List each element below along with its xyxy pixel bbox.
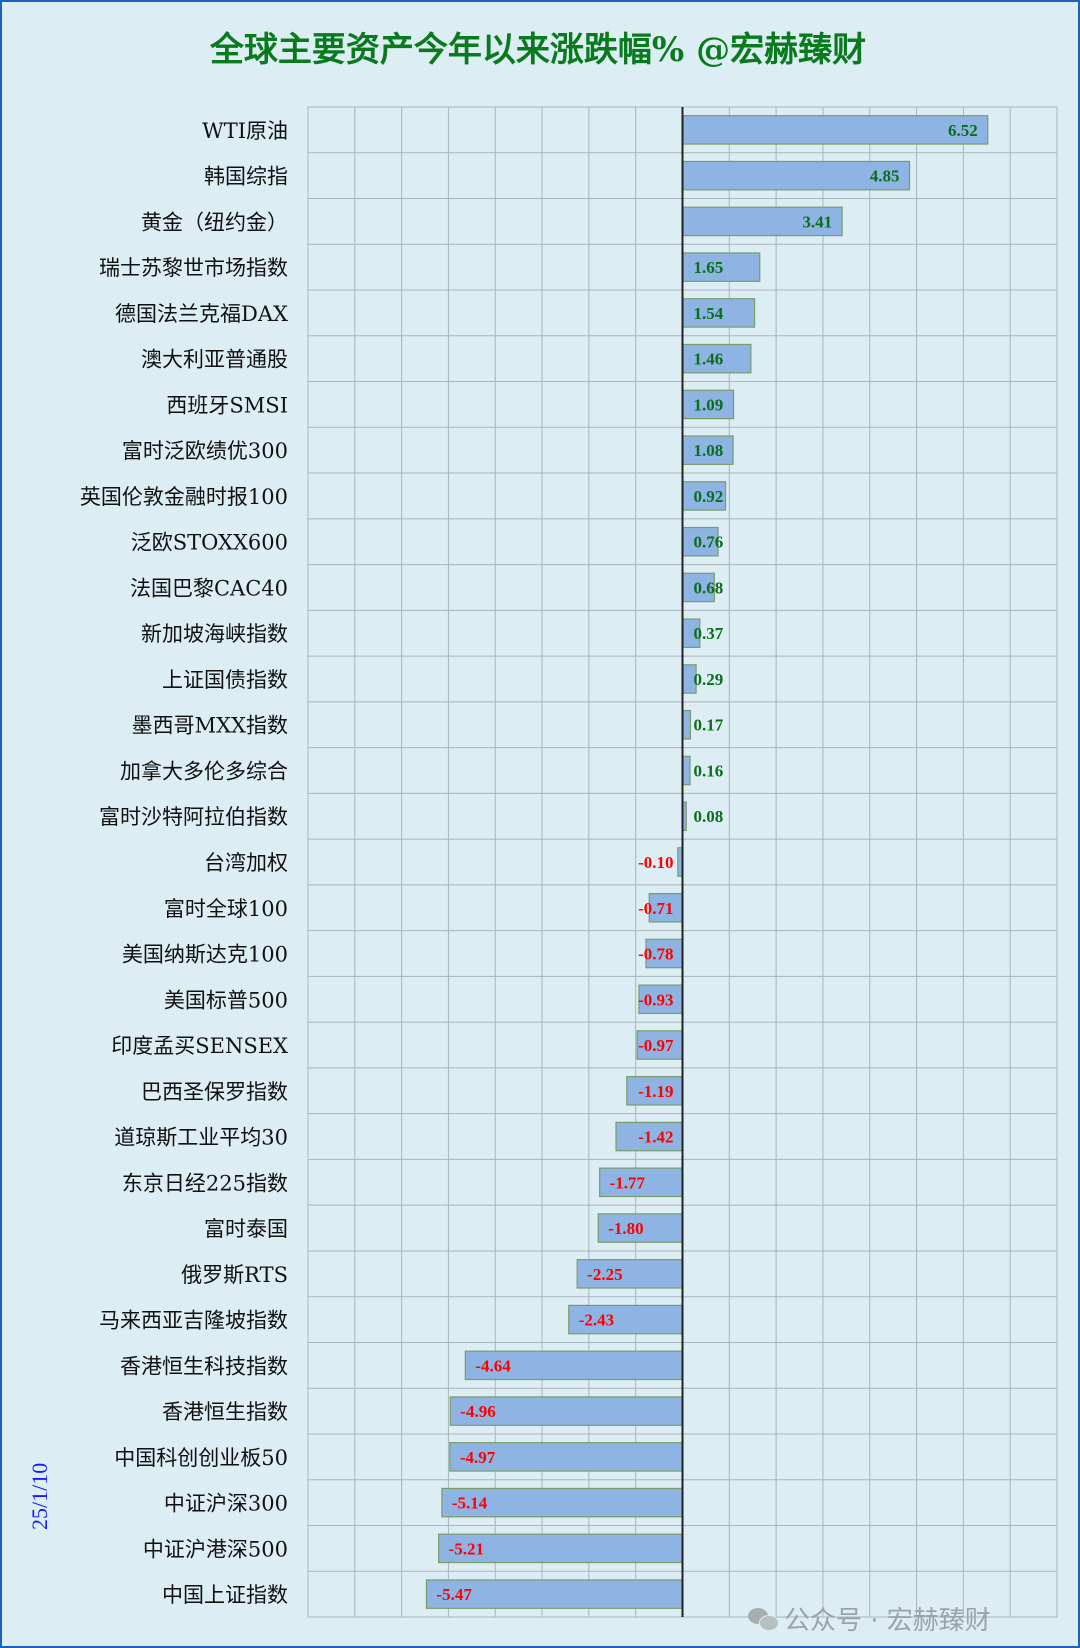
- category-label: 香港恒生科技指数: [120, 1354, 288, 1378]
- category-label: 台湾加权: [204, 851, 288, 875]
- category-label: 巴西圣保罗指数: [141, 1080, 288, 1104]
- category-label: 瑞士苏黎世市场指数: [99, 256, 288, 280]
- data-label: -2.25: [587, 1265, 622, 1284]
- watermark-text: 公众号 · 宏赫臻财: [784, 1606, 991, 1636]
- category-label: 中证沪深300: [164, 1492, 288, 1516]
- category-label: 黄金（纽约金）: [141, 210, 288, 234]
- category-label: 道琼斯工业平均30: [114, 1126, 288, 1150]
- category-label: 中证沪港深500: [143, 1537, 288, 1561]
- data-label: -4.64: [475, 1356, 511, 1375]
- category-label: 上证国债指数: [162, 668, 288, 692]
- category-label: 澳大利亚普通股: [141, 348, 288, 372]
- category-label: 英国伦敦金融时报100: [80, 485, 288, 509]
- category-label: 中国科创创业板50: [114, 1446, 288, 1470]
- category-label: 马来西亚吉隆坡指数: [99, 1309, 288, 1333]
- category-label: 韩国综指: [204, 165, 288, 189]
- data-label: 3.41: [802, 212, 832, 231]
- category-label: 泛欧STOXX600: [131, 531, 288, 555]
- category-label: 加拿大多伦多综合: [120, 759, 288, 783]
- wechat-icon: [748, 1606, 779, 1632]
- data-label: -0.78: [638, 945, 673, 964]
- bar: [681, 709, 692, 740]
- bar: [681, 115, 989, 145]
- category-label: WTI原油: [202, 119, 288, 143]
- data-label: 0.16: [694, 761, 724, 780]
- data-label: 0.76: [694, 533, 724, 552]
- data-label: -5.21: [449, 1539, 484, 1558]
- category-label: 东京日经225指数: [122, 1171, 288, 1195]
- data-label: 1.46: [694, 350, 724, 369]
- data-label: -0.93: [638, 990, 673, 1009]
- data-label: -0.71: [638, 899, 673, 918]
- data-label: 4.85: [870, 167, 900, 186]
- data-label: 0.29: [694, 670, 724, 689]
- data-label: -5.47: [436, 1585, 472, 1604]
- category-label: 俄罗斯RTS: [181, 1263, 288, 1287]
- data-label: -1.19: [638, 1082, 673, 1101]
- category-label: 法国巴黎CAC40: [130, 576, 288, 600]
- category-label: 富时泰国: [204, 1217, 288, 1241]
- bar-chart: 6.52 WTI原油 4.85 韩国综指 3.41 黄金（纽约金） 1.65 瑞士苏黎世市场指…: [80, 106, 1058, 1618]
- data-label: 6.52: [948, 121, 978, 140]
- data-label: 0.92: [694, 487, 724, 506]
- category-label: 中国上证指数: [162, 1583, 288, 1607]
- category-label: 新加坡海峡指数: [141, 622, 288, 646]
- data-label: -1.77: [610, 1173, 646, 1192]
- data-label: 1.54: [694, 304, 724, 323]
- data-label: -0.10: [638, 853, 673, 872]
- date-stamp: 25/1/10: [27, 1462, 52, 1530]
- data-label: 0.68: [694, 578, 724, 597]
- category-label: 香港恒生指数: [162, 1400, 288, 1424]
- category-label: 德国法兰克福DAX: [115, 302, 288, 326]
- bar: [681, 755, 691, 786]
- category-label: 墨西哥MXX指数: [132, 714, 288, 738]
- data-label: 0.08: [694, 807, 724, 826]
- data-label: -5.14: [452, 1494, 488, 1513]
- data-label: 1.08: [694, 441, 724, 460]
- data-label: 0.37: [694, 624, 724, 643]
- category-label: 富时沙特阿拉伯指数: [99, 805, 288, 829]
- data-label: -4.96: [460, 1402, 495, 1421]
- data-label: 1.65: [694, 258, 724, 277]
- data-label: 0.17: [694, 716, 724, 735]
- data-label: -4.97: [460, 1448, 496, 1467]
- category-label: 富时泛欧绩优300: [122, 439, 288, 463]
- data-label: -1.80: [608, 1219, 643, 1238]
- category-label: 富时全球100: [164, 897, 288, 921]
- data-label: -2.43: [579, 1311, 614, 1330]
- category-label: 印度孟买SENSEX: [111, 1034, 288, 1058]
- data-label: -1.42: [638, 1128, 673, 1147]
- category-label: 西班牙SMSI: [166, 393, 288, 417]
- data-label: -0.97: [638, 1036, 674, 1055]
- data-label: 1.09: [694, 395, 724, 414]
- watermark: 公众号 · 宏赫臻财: [748, 1600, 991, 1637]
- category-label: 美国纳斯达克100: [122, 943, 288, 967]
- category-label: 美国标普500: [164, 988, 288, 1012]
